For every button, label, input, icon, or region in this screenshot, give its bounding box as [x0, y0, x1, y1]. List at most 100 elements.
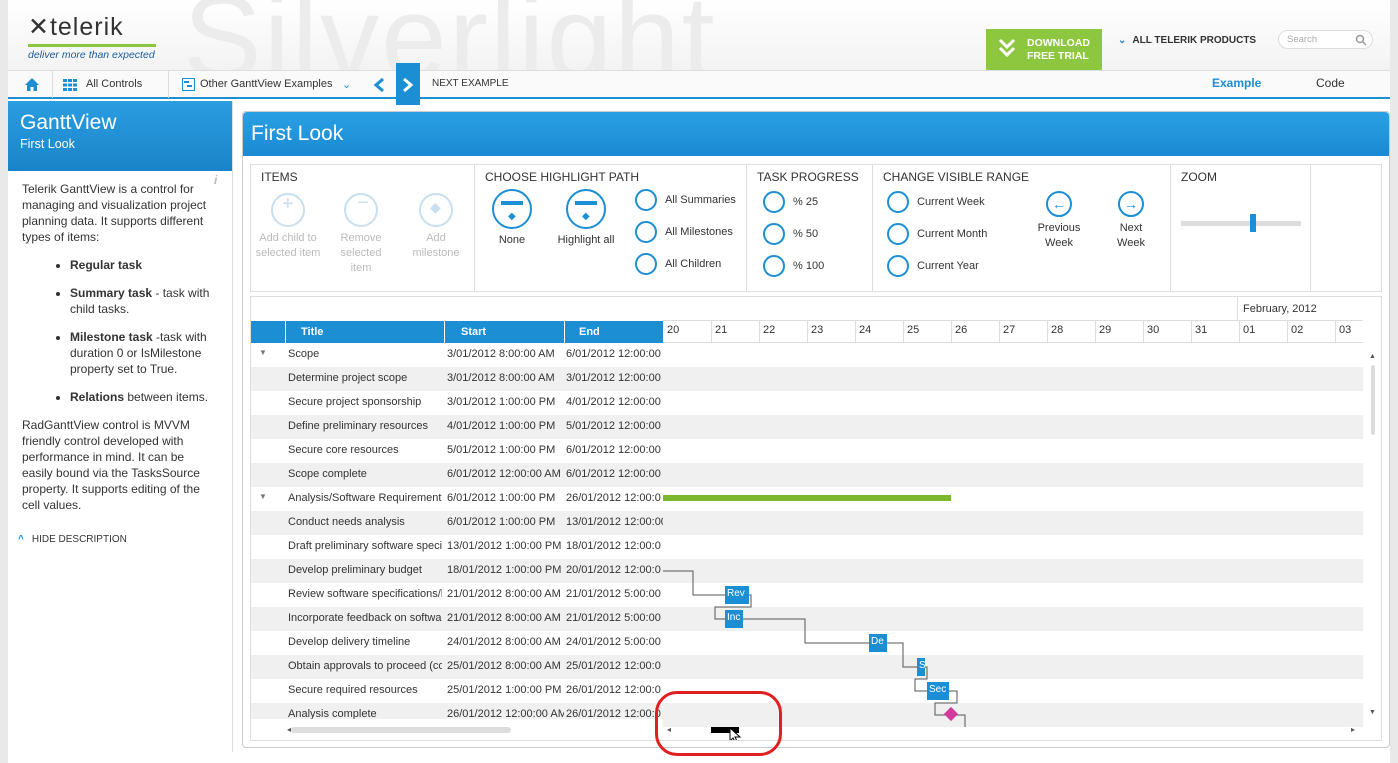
table-row[interactable]: Incorporate feedback on software specifi…: [251, 607, 663, 631]
summary-task-bar[interactable]: [663, 495, 951, 501]
cell-start: 3/01/2012 8:00:00 AM: [447, 372, 555, 384]
search-input[interactable]: Search: [1278, 30, 1373, 49]
arrow-left-icon: ←: [1046, 191, 1072, 217]
add-child-button[interactable]: + Add child to selected item: [255, 193, 321, 261]
highlight-all-button[interactable]: ◆ Highlight all: [549, 189, 623, 248]
current-week-button[interactable]: Current Week: [887, 191, 985, 213]
column-title[interactable]: Title: [301, 326, 323, 338]
remove-item-button[interactable]: − Remove selected item: [331, 193, 391, 276]
chevron-down-icon: ⌄: [1118, 35, 1127, 46]
highlight-annotation: [655, 691, 782, 756]
current-month-button[interactable]: Current Month: [887, 223, 987, 245]
download-trial-button[interactable]: DOWNLOAD FREE TRIAL: [986, 29, 1102, 70]
next-week-button[interactable]: → Next Week: [1109, 191, 1153, 251]
sidebar-title: GanttView: [20, 111, 117, 134]
table-row[interactable]: Develop preliminary budget 18/01/2012 1:0…: [251, 559, 663, 583]
ribbon-toolbar: ITEMS + Add child to selected item − Rem…: [250, 164, 1382, 292]
table-row[interactable]: Develop delivery timeline 24/01/2012 8:00…: [251, 631, 663, 655]
all-children-button[interactable]: All Children: [635, 253, 721, 275]
scroll-right-icon[interactable]: ▸: [1351, 725, 1355, 734]
app-window: Silverlight ✕telerik deliver more than e…: [8, 0, 1390, 763]
table-row[interactable]: Review software specifications/budget 21/…: [251, 583, 663, 607]
vertical-scrollbar[interactable]: ▲ ▼: [1369, 353, 1377, 723]
task-bar[interactable]: Inc: [725, 610, 743, 628]
table-row[interactable]: Determine project scope 3/01/2012 8:00:00…: [251, 367, 663, 391]
arrow-right-icon: →: [1118, 191, 1144, 217]
sidebar-header: GanttView First Look: [8, 101, 232, 171]
milestone-icon: ◆: [419, 193, 453, 227]
background-watermark: Silverlight: [183, 0, 717, 70]
cell-title: Develop preliminary budget: [288, 564, 422, 576]
table-row[interactable]: Scope complete 6/01/2012 12:00:00 AM 6/01/…: [251, 463, 663, 487]
cell-title: Analysis/Software Requirements: [288, 492, 442, 504]
table-row[interactable]: ▼ Analysis/Software Requirements 6/01/2012…: [251, 487, 663, 511]
task-bar[interactable]: Rev: [725, 586, 749, 604]
timeline-panel: February, 2012 20 21 22 23 24 25 26 27 28 29 30 31 0…: [663, 297, 1363, 727]
cell-title: Secure required resources: [288, 684, 418, 696]
table-row[interactable]: Secure project sponsorship 3/01/2012 1:00…: [251, 391, 663, 415]
cell-end: 26/01/2012 12:00:0: [566, 684, 661, 696]
grid-horizontal-scrollbar[interactable]: [291, 727, 511, 733]
cell-start: 21/01/2012 8:00:00 AM: [447, 588, 561, 600]
children-icon: [635, 253, 657, 275]
home-icon[interactable]: [24, 77, 40, 92]
download-arrow-icon: [998, 38, 1016, 58]
table-row[interactable]: ▼ Scope 3/01/2012 8:00:00 AM 6/01/2012 12:0…: [251, 343, 663, 367]
table-row[interactable]: Secure core resources 5/01/2012 1:00:00 P…: [251, 439, 663, 463]
tab-example[interactable]: Example: [1212, 76, 1261, 90]
cell-end: 26/01/2012 12:00:0: [566, 708, 661, 719]
column-start[interactable]: Start: [461, 326, 486, 338]
task-bar[interactable]: S: [917, 658, 925, 676]
cell-start: 5/01/2012 1:00:00 PM: [447, 444, 556, 456]
previous-week-button[interactable]: ← Previous Week: [1033, 191, 1085, 251]
zoom-slider-track[interactable]: [1181, 221, 1301, 226]
expander-icon[interactable]: ▼: [259, 492, 267, 501]
cell-end: 26/01/2012 12:00:0: [566, 492, 661, 504]
other-examples-dropdown[interactable]: Other GanttView Examples: [200, 78, 332, 90]
expander-icon[interactable]: ▼: [259, 348, 267, 357]
all-milestones-button[interactable]: All Milestones: [635, 221, 733, 243]
description-sidebar: GanttView First Look i Telerik GanttView…: [8, 101, 233, 752]
info-icon[interactable]: i: [214, 173, 217, 187]
table-row[interactable]: Draft preliminary software specification…: [251, 535, 663, 559]
task-bar[interactable]: De: [869, 634, 887, 652]
previous-example-icon[interactable]: [373, 77, 385, 93]
tab-code[interactable]: Code: [1316, 76, 1345, 90]
all-controls-link[interactable]: All Controls: [86, 78, 142, 90]
table-row[interactable]: Secure required resources 25/01/2012 1:00…: [251, 679, 663, 703]
next-example-link[interactable]: NEXT EXAMPLE: [432, 78, 509, 89]
progress-100-button[interactable]: % 100: [763, 255, 824, 277]
cell-end: 6/01/2012 12:00:00: [566, 348, 661, 360]
table-row[interactable]: Analysis complete 26/01/2012 12:00:00 AM 2…: [251, 703, 663, 719]
progress-25-button[interactable]: % 25: [763, 191, 818, 213]
progress-50-button[interactable]: % 50: [763, 223, 818, 245]
cell-end: 3/01/2012 12:00:00: [566, 372, 661, 384]
plus-icon: +: [271, 193, 305, 227]
table-row[interactable]: Conduct needs analysis 6/01/2012 1:00:00 …: [251, 511, 663, 535]
cell-end: 6/01/2012 12:00:00: [566, 468, 661, 480]
next-example-button[interactable]: [396, 63, 420, 105]
progress-icon: [763, 191, 785, 213]
current-year-button[interactable]: Current Year: [887, 255, 979, 277]
calendar-week-icon: [887, 191, 909, 213]
telerik-logo[interactable]: ✕telerik deliver more than expected: [28, 12, 156, 61]
cell-title: Secure project sponsorship: [288, 396, 422, 408]
column-end[interactable]: End: [579, 326, 600, 338]
gantt-icon: [182, 78, 195, 91]
hide-description-button[interactable]: ^ HIDE DESCRIPTION: [18, 534, 127, 545]
chevron-down-icon[interactable]: ⌄: [342, 78, 351, 91]
task-bar[interactable]: Sec: [927, 682, 949, 700]
table-row[interactable]: Define preliminary resources 4/01/2012 1:…: [251, 415, 663, 439]
dependency-line: [743, 618, 869, 644]
cell-start: 3/01/2012 8:00:00 AM: [447, 348, 555, 360]
all-summaries-button[interactable]: All Summaries: [635, 189, 736, 211]
list-item: Milestone task -task with duration 0 or …: [70, 329, 218, 377]
table-row[interactable]: Obtain approvals to proceed (concept, ti…: [251, 655, 663, 679]
add-milestone-button[interactable]: ◆ Add milestone: [403, 193, 469, 261]
zoom-slider-thumb[interactable]: [1250, 214, 1256, 232]
cell-start: 25/01/2012 8:00:00 AM: [447, 660, 561, 672]
all-products-dropdown[interactable]: ⌄ ALL TELERIK PRODUCTS: [1118, 35, 1256, 46]
highlight-none-button[interactable]: ◆ None: [487, 189, 537, 248]
search-icon[interactable]: [1355, 34, 1367, 46]
cell-start: 6/01/2012 12:00:00 AM: [447, 468, 561, 480]
